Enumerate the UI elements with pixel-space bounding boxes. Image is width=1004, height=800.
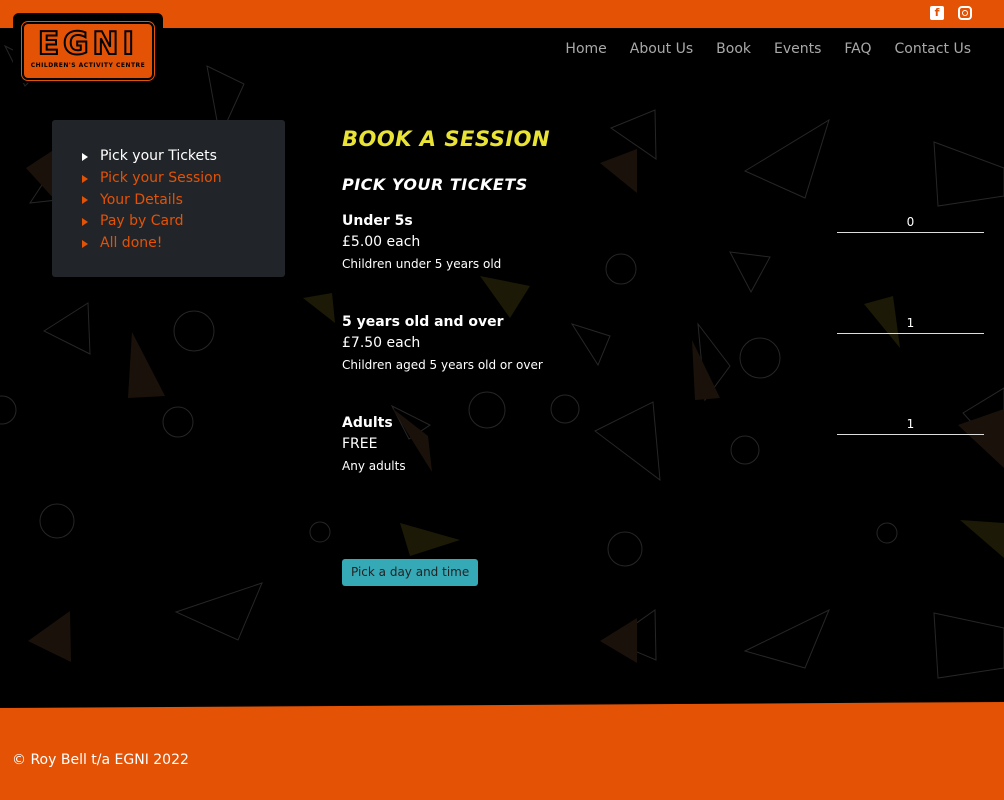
- nav-about-us[interactable]: About Us: [630, 41, 693, 57]
- quantity-input-adults[interactable]: [837, 413, 984, 435]
- main-nav: Home About Us Book Events FAQ Contact Us: [542, 41, 971, 57]
- step-label: All done!: [100, 235, 163, 252]
- ticket-row: 5 years old and over £7.50 each Children…: [342, 312, 984, 413]
- caret-right-icon: [82, 240, 88, 249]
- copyright-text: © Roy Bell t/a EGNI 2022: [12, 752, 189, 768]
- step-label: Your Details: [100, 191, 183, 208]
- social-links: f: [930, 6, 972, 20]
- ticket-description: Any adults: [342, 459, 406, 473]
- caret-right-icon: [82, 152, 88, 161]
- nav-contact-us[interactable]: Contact Us: [895, 41, 971, 57]
- nav-events[interactable]: Events: [774, 41, 821, 57]
- facebook-icon[interactable]: f: [930, 6, 944, 20]
- quantity-input-under-5s[interactable]: [837, 211, 984, 233]
- ticket-row: Under 5s £5.00 each Children under 5 yea…: [342, 211, 984, 312]
- nav-faq[interactable]: FAQ: [844, 41, 871, 57]
- section-title: PICK YOUR TICKETS: [342, 175, 528, 194]
- step-pick-tickets: Pick your Tickets: [82, 146, 285, 168]
- step-all-done: All done!: [82, 233, 285, 255]
- step-pay-by-card: Pay by Card: [82, 211, 285, 233]
- logo-title: EGNI: [37, 25, 139, 63]
- page-title: BOOK A SESSION: [342, 127, 551, 151]
- ticket-price: £7.50 each: [342, 335, 421, 351]
- booking-form: BOOK A SESSION PICK YOUR TICKETS Under 5…: [342, 125, 984, 586]
- ticket-price: £5.00 each: [342, 234, 421, 250]
- instagram-icon[interactable]: [958, 6, 972, 20]
- ticket-price: FREE: [342, 436, 378, 452]
- step-label: Pick your Tickets: [100, 148, 217, 164]
- ticket-description: Children aged 5 years old or over: [342, 358, 543, 372]
- pick-day-time-button[interactable]: Pick a day and time: [342, 559, 479, 586]
- nav-home[interactable]: Home: [565, 41, 606, 57]
- step-pick-session: Pick your Session: [82, 168, 285, 190]
- ticket-description: Children under 5 years old: [342, 257, 502, 271]
- nav-book[interactable]: Book: [716, 41, 751, 57]
- quantity-input-5-and-over[interactable]: [837, 312, 984, 334]
- ticket-row: Adults FREE Any adults: [342, 413, 984, 514]
- logo-container[interactable]: EGNI CHILDREN'S ACTIVITY CENTRE: [13, 13, 163, 83]
- logo-subtitle: CHILDREN'S ACTIVITY CENTRE: [30, 62, 146, 69]
- footer: © Roy Bell t/a EGNI 2022: [0, 702, 1004, 800]
- ticket-list: Under 5s £5.00 each Children under 5 yea…: [342, 211, 984, 514]
- caret-right-icon: [82, 218, 88, 227]
- caret-right-icon: [82, 174, 88, 183]
- step-your-details: Your Details: [82, 190, 285, 212]
- egni-logo[interactable]: EGNI CHILDREN'S ACTIVITY CENTRE: [22, 22, 154, 80]
- step-label: Pick your Session: [100, 169, 222, 186]
- step-label: Pay by Card: [100, 213, 184, 230]
- booking-steps: Pick your Tickets Pick your Session Your…: [52, 120, 285, 277]
- caret-right-icon: [82, 196, 88, 205]
